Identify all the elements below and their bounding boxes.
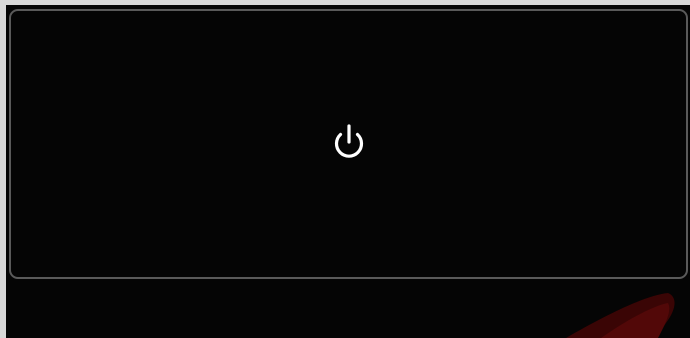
device-frame bbox=[0, 0, 690, 338]
device-screen bbox=[6, 5, 690, 338]
power-icon bbox=[334, 124, 363, 158]
power-button[interactable] bbox=[9, 9, 688, 279]
